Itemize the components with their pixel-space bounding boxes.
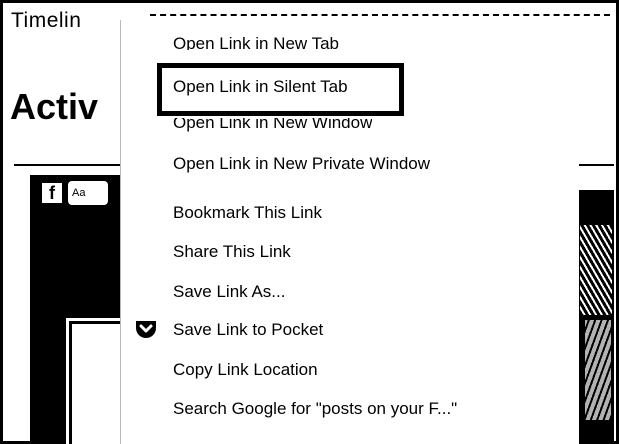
page-section-title: Activ (10, 86, 99, 127)
menu-item-open-new-tab[interactable]: Open Link in New Tab (173, 34, 339, 50)
menu-item-open-new-window[interactable]: Open Link in New Window (173, 118, 372, 136)
menu-item-bookmark-link[interactable]: Bookmark This Link (173, 203, 322, 223)
menu-item-copy-link-location[interactable]: Copy Link Location (173, 360, 318, 380)
post-author-chip[interactable]: Aa (68, 181, 108, 205)
menu-item-save-to-pocket[interactable]: Save Link to Pocket (173, 320, 323, 340)
menu-item-open-silent-tab[interactable]: Open Link in Silent Tab (173, 77, 348, 97)
tab-strip-divider (150, 14, 610, 16)
menu-item-save-link-as[interactable]: Save Link As... (173, 282, 285, 302)
tab-label: Timelin (11, 9, 82, 32)
photo-thumbnail[interactable] (72, 324, 120, 444)
photo-grass (580, 225, 612, 315)
menu-item-share-link[interactable]: Share This Link (173, 242, 291, 262)
menu-item-open-private-window[interactable]: Open Link in New Private Window (173, 154, 430, 174)
menu-item-label: Open Link in New Window (173, 118, 373, 132)
facebook-icon[interactable]: f (40, 181, 64, 205)
photo-grass-lower (585, 320, 611, 420)
menu-item-search-google[interactable]: Search Google for "posts on your F..." (173, 399, 457, 419)
pocket-icon (136, 321, 156, 338)
menu-item-label: Open Link in New Tab (173, 34, 340, 50)
